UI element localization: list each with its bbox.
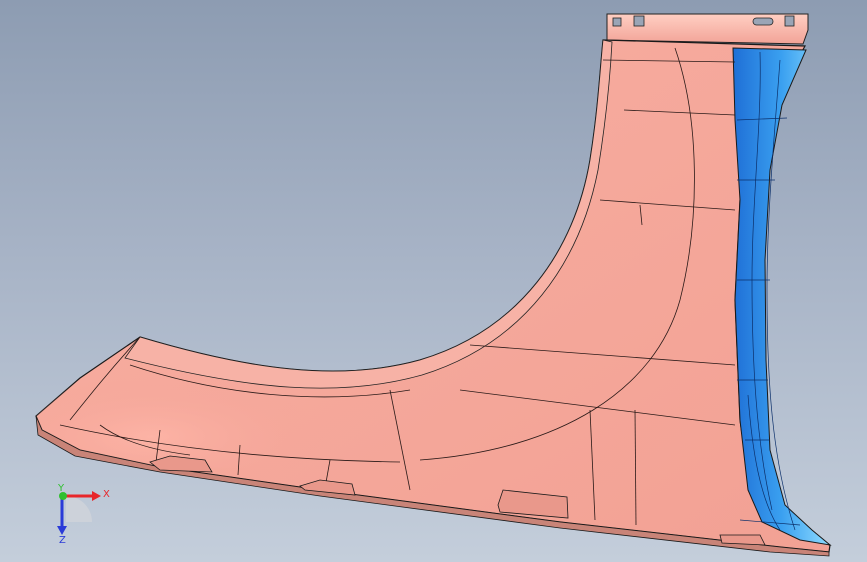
triad-plane [66, 496, 92, 522]
y-axis-label: Y [57, 483, 65, 494]
x-axis-arrowhead [92, 491, 101, 501]
z-axis-arrowhead [57, 526, 67, 535]
x-axis-label: X [103, 489, 110, 500]
z-axis-label: Z [59, 535, 66, 546]
coordinate-triad: X Y Z [57, 483, 110, 546]
3d-viewport[interactable]: X Y Z [0, 0, 867, 562]
